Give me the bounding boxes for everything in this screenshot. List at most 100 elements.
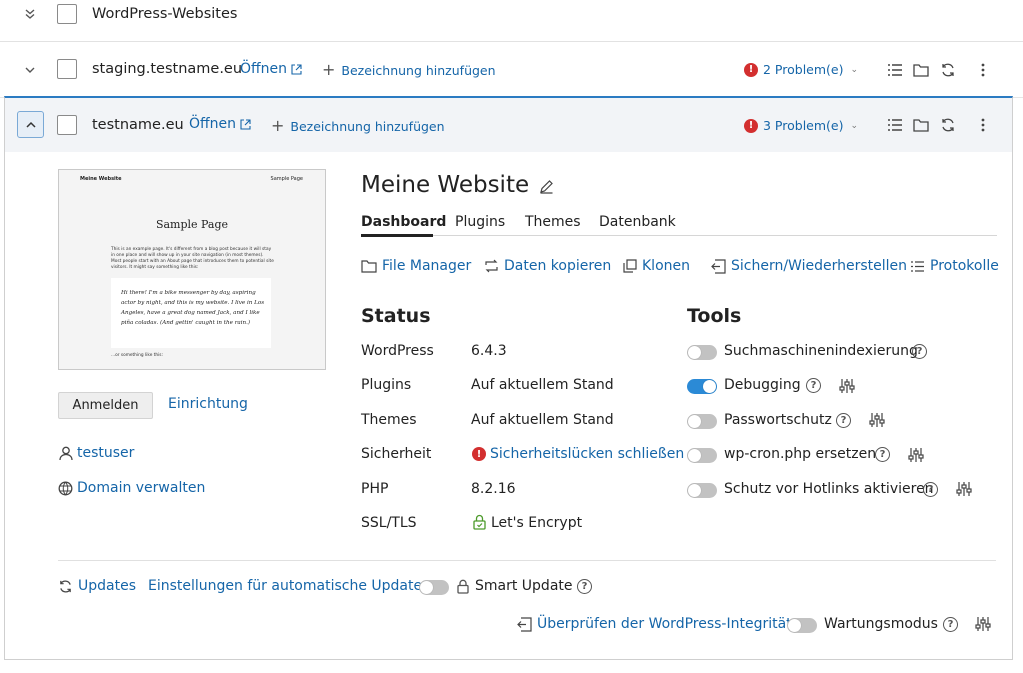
- clone-icon: [623, 259, 637, 273]
- list-icon[interactable]: [886, 61, 904, 79]
- refresh-icon: [60, 579, 71, 593]
- plus-icon: +: [322, 60, 336, 79]
- tab-dashboard[interactable]: Dashboard: [361, 214, 446, 230]
- help-icon[interactable]: ?: [912, 344, 927, 359]
- help-icon[interactable]: ?: [806, 378, 821, 393]
- staging-add-label-button[interactable]: + Bezeichnung hinzufügen: [322, 62, 496, 78]
- fix-security-link[interactable]: ! Sicherheitslücken schließen: [472, 446, 684, 462]
- tab-datenbank[interactable]: Datenbank: [599, 214, 676, 230]
- help-icon[interactable]: ?: [875, 447, 890, 462]
- help-icon[interactable]: ?: [923, 482, 938, 497]
- backup-restore-label: Sichern/Wiederherstellen: [731, 258, 908, 274]
- main-open-link[interactable]: Öffnen: [189, 116, 251, 132]
- lock-icon: [473, 514, 486, 534]
- refresh-icon[interactable]: [939, 61, 957, 79]
- staging-problems-dropdown[interactable]: ! 2 Problem(e) ⌄: [744, 62, 858, 77]
- group-row: WordPress-Websites: [0, 0, 1023, 42]
- plus-icon: +: [271, 116, 285, 135]
- staging-row: staging.testname.eu Öffnen + Bezeichnung…: [0, 42, 1023, 98]
- error-icon: !: [472, 447, 486, 461]
- settings-sliders-icon[interactable]: [838, 377, 856, 395]
- setup-link[interactable]: Einrichtung: [168, 396, 248, 412]
- lock-icon: [457, 579, 469, 598]
- folder-icon[interactable]: [912, 116, 930, 134]
- refresh-icon[interactable]: [939, 116, 957, 134]
- status-value-wordpress: 6.4.3: [471, 343, 507, 359]
- chevron-down-icon[interactable]: [22, 62, 38, 78]
- preview-heading: Sample Page: [155, 218, 229, 231]
- chevron-up-icon: [25, 121, 36, 128]
- status-label-ssl: SSL/TLS: [361, 515, 417, 531]
- domain-link[interactable]: Domain verwalten: [77, 480, 205, 496]
- login-button[interactable]: Anmelden: [58, 392, 153, 419]
- folder-icon: [361, 260, 377, 273]
- tool-label-hotlink-protection: Schutz vor Hotlinks aktivieren: [724, 481, 934, 497]
- staging-checkbox[interactable]: [57, 59, 77, 79]
- list-icon[interactable]: [886, 116, 904, 134]
- user-icon: [59, 446, 73, 465]
- help-icon[interactable]: ?: [943, 617, 958, 632]
- globe-icon: [58, 481, 73, 500]
- main-add-label-button[interactable]: + Bezeichnung hinzufügen: [271, 118, 445, 134]
- bottom-divider: [58, 560, 996, 561]
- toggle-smart-update[interactable]: [419, 580, 449, 595]
- maintenance-label: Wartungsmodus: [824, 616, 938, 632]
- status-value-ssl: Let's Encrypt: [491, 515, 583, 531]
- toggle-hotlink-protection[interactable]: [687, 483, 717, 498]
- user-link[interactable]: testuser: [77, 445, 134, 461]
- backup-restore-link[interactable]: Sichern/Wiederherstellen: [711, 258, 907, 274]
- website-title: Meine Website: [361, 172, 530, 198]
- collapse-button[interactable]: [17, 111, 44, 138]
- group-checkbox[interactable]: [57, 4, 77, 24]
- main-problems-dropdown[interactable]: ! 3 Problem(e) ⌄: [744, 118, 858, 133]
- edit-pencil-icon[interactable]: [539, 179, 554, 198]
- settings-sliders-icon[interactable]: [974, 615, 992, 633]
- preview-quote: Hi there! I'm a bike messenger by day, a…: [121, 290, 265, 326]
- folder-icon[interactable]: [912, 61, 930, 79]
- updates-link[interactable]: Updates: [58, 578, 136, 594]
- help-icon[interactable]: ?: [577, 579, 592, 594]
- clone-link[interactable]: Klonen: [623, 258, 690, 274]
- logs-link[interactable]: Protokolle: [910, 258, 999, 274]
- updates-label: Updates: [78, 578, 136, 594]
- more-vertical-icon[interactable]: [974, 116, 992, 134]
- site-preview-thumbnail[interactable]: Meine Website Sample Page Sample Page Th…: [58, 169, 326, 370]
- status-label-security: Sicherheit: [361, 446, 432, 462]
- toggle-debugging[interactable]: [687, 379, 717, 394]
- help-icon[interactable]: ?: [836, 413, 851, 428]
- status-value-plugins: Auf aktuellem Stand: [471, 377, 614, 393]
- main-site-name: testname.eu: [92, 117, 184, 133]
- main-checkbox[interactable]: [57, 115, 77, 135]
- toggle-search-indexing[interactable]: [687, 345, 717, 360]
- integrity-icon: [517, 616, 532, 632]
- active-tab-underline: [361, 234, 433, 237]
- tool-label-password-protection: Passwortschutz: [724, 412, 832, 428]
- error-icon: !: [744, 62, 758, 77]
- tab-plugins[interactable]: Plugins: [455, 214, 505, 230]
- settings-sliders-icon[interactable]: [955, 480, 973, 498]
- double-chevron-icon[interactable]: [22, 6, 38, 22]
- file-manager-link[interactable]: File Manager: [361, 258, 471, 274]
- preview-paragraph-2: ...or something like this:: [111, 353, 163, 358]
- more-vertical-icon[interactable]: [974, 61, 992, 79]
- tab-themes[interactable]: Themes: [525, 214, 581, 230]
- preview-paragraph: This is an example page. It's different …: [111, 247, 274, 270]
- status-title: Status: [361, 305, 431, 327]
- staging-site-name: staging.testname.eu: [92, 61, 243, 77]
- toggle-password-protection[interactable]: [687, 414, 717, 429]
- check-integrity-link[interactable]: Überprüfen der WordPress-Integrität: [517, 616, 792, 632]
- backup-icon: [711, 258, 726, 274]
- preview-nav: Sample Page: [270, 176, 303, 182]
- settings-sliders-icon[interactable]: [907, 446, 925, 464]
- settings-sliders-icon[interactable]: [868, 411, 886, 429]
- staging-open-link[interactable]: Öffnen: [240, 61, 302, 77]
- tabs-divider: [361, 235, 997, 236]
- toggle-maintenance-mode[interactable]: [787, 618, 817, 633]
- toggle-wp-cron[interactable]: [687, 448, 717, 463]
- copy-data-link[interactable]: Daten kopieren: [484, 258, 611, 274]
- list-icon: [911, 260, 924, 272]
- smart-update-label: Smart Update: [475, 578, 573, 594]
- auto-update-settings-link[interactable]: Einstellungen für automatische Updates: [148, 578, 429, 594]
- tool-label-debugging: Debugging: [724, 377, 801, 393]
- status-label-wordpress: WordPress: [361, 343, 434, 359]
